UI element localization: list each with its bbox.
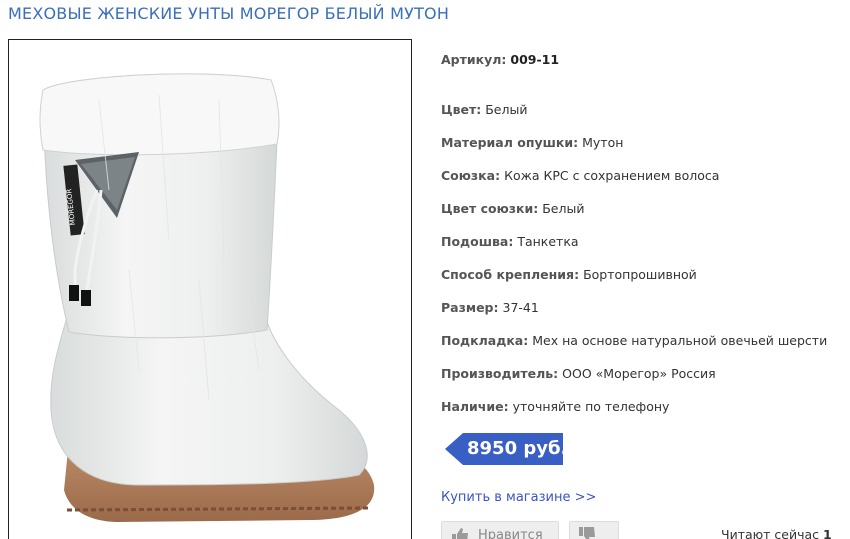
page-title: МЕХОВЫЕ ЖЕНСКИЕ УНТЫ МОРЕГОР БЕЛЫЙ МУТОН <box>8 4 450 23</box>
spec-sole: Подошва: Танкетка <box>441 234 579 249</box>
spec-vamp: Союзка: Кожа КРС с сохранением волоса <box>441 168 720 183</box>
spec-size: Размер: 37-41 <box>441 300 539 315</box>
spec-vamp-color: Цвет союзки: Белый <box>441 201 585 216</box>
price-value: 8950 руб. <box>467 438 568 459</box>
spec-lining: Подкладка: Мех на основе натуральной ове… <box>441 333 828 348</box>
like-button[interactable]: Нравится <box>441 521 559 539</box>
thumbs-down-icon <box>578 527 596 539</box>
spec-manufacturer: Производитель: ООО «Морегор» Россия <box>441 366 716 381</box>
spec-attachment: Способ крепления: Бортопрошивной <box>441 267 697 282</box>
thumbs-up-icon <box>451 527 469 539</box>
dislike-button[interactable] <box>569 521 619 539</box>
like-label: Нравится <box>478 528 543 539</box>
reading-now: Читают сейчас 1 <box>721 527 832 539</box>
buy-in-store-link[interactable]: Купить в магазине >> <box>441 490 596 505</box>
spec-availability: Наличие: уточняйте по телефону <box>441 399 670 414</box>
fur-boot-image: MOREGOR <box>39 73 375 522</box>
spec-color: Цвет: Белый <box>441 102 528 117</box>
spec-trim-material: Материал опушки: Мутон <box>441 135 624 150</box>
spec-article: Артикул: 009-11 <box>441 52 560 67</box>
product-photo[interactable]: MOREGOR <box>8 39 412 539</box>
